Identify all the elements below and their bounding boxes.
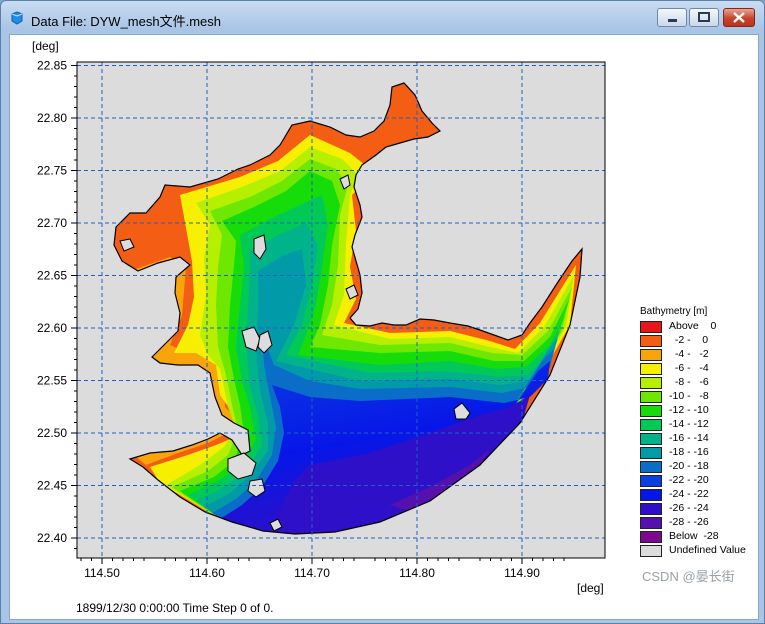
legend-swatch [640,461,662,473]
maximize-button[interactable] [689,8,719,27]
legend-swatch [640,531,662,543]
legend-label: Below -28 [669,530,719,542]
legend-label: -24 - -22 [669,488,709,500]
x-tick-label: 114.90 [504,566,540,580]
maximize-icon [698,12,710,22]
legend-label: -26 - -24 [669,502,709,514]
legend-label: Undefined Value [669,544,746,556]
legend-title: Bathymetry [m] [640,306,708,317]
legend-item: -20 - -18 [640,460,752,474]
legend-item: -24 - -22 [640,488,752,502]
x-axis: 114.50 114.60 114.70 114.80 114.90 [80,558,565,580]
legend-item: -14 - -12 [640,418,752,432]
status-text: 1899/12/30 0:00:00 Time Step 0 of 0. [76,601,274,615]
y-axis: 22.85 22.80 22.75 22.70 22.65 22.60 22.55 22.50… [37,59,77,549]
legend-swatch [640,335,662,347]
legend-label: -6 - -4 [669,362,709,374]
legend-swatch [640,405,662,417]
x-tick-label: 114.80 [399,566,435,580]
legend-label: Above 0 [669,320,717,332]
legend-label: -2 - 0 [669,334,709,346]
minimize-icon [668,19,677,22]
y-tick-label: 22.85 [37,59,67,73]
y-tick-label: 22.70 [37,216,67,230]
data-file-icon [11,11,23,25]
legend-item: -12 - -10 [640,404,752,418]
legend-label: -4 - -2 [669,348,709,360]
legend-swatch [640,391,662,403]
legend-item: Above 0 [640,320,752,334]
legend-swatch [640,363,662,375]
watermark: CSDN @晏长街 [642,569,735,584]
y-tick-label: 22.50 [37,426,67,440]
y-tick-label: 22.45 [37,479,67,493]
window-title: Data File: DYW_mesh文件.mesh [31,14,221,29]
legend-item: -22 - -20 [640,474,752,488]
legend-item: Undefined Value [640,544,752,558]
legend-label: -10 - -8 [669,390,709,402]
legend-item: -16 - -14 [640,432,752,446]
legend-swatch [640,503,662,515]
legend-item: -18 - -16 [640,446,752,460]
legend-item: -26 - -24 [640,502,752,516]
legend-swatch [640,517,662,529]
legend-item: -10 - -8 [640,390,752,404]
legend-label: -22 - -20 [669,474,709,486]
legend-swatch [640,447,662,459]
legend-item: -28 - -26 [640,516,752,530]
x-tick-label: 114.60 [189,566,225,580]
legend-label: -20 - -18 [669,460,709,472]
close-icon [733,12,745,23]
legend-label: -18 - -16 [669,446,709,458]
y-tick-label: 22.75 [37,164,67,178]
legend-swatch [640,545,662,557]
close-button[interactable] [723,8,755,27]
legend-swatch [640,489,662,501]
y-tick-label: 22.65 [37,269,67,283]
legend-item: -2 - 0 [640,334,752,348]
y-tick-label: 22.40 [37,531,67,545]
title-bar[interactable]: Data File: DYW_mesh文件.mesh [1,1,764,35]
x-tick-label: 114.70 [294,566,330,580]
legend-label: -14 - -12 [669,418,709,430]
legend-swatch [640,377,662,389]
legend-swatch [640,321,662,333]
y-tick-label: 22.55 [37,374,67,388]
legend-item: Below -28 [640,530,752,544]
plot-area: [deg] [deg] 22.85 22.80 22.75 22.70 22.6… [9,34,759,620]
y-tick-label: 22.60 [37,321,67,335]
legend-item: -6 - -4 [640,362,752,376]
legend-item: -4 - -2 [640,348,752,362]
legend-swatch [640,349,662,361]
legend-label: -28 - -26 [669,516,709,528]
legend-swatch [640,433,662,445]
x-tick-label: 114.50 [84,566,120,580]
minimize-button[interactable] [657,8,687,27]
legend-label: -12 - -10 [669,404,709,416]
legend-item: -8 - -6 [640,376,752,390]
app-window: Data File: DYW_mesh文件.mesh [deg] [deg] 2… [0,0,765,624]
legend-swatch [640,475,662,487]
y-tick-label: 22.80 [37,111,67,125]
legend-label: -8 - -6 [669,376,709,388]
legend-label: -16 - -14 [669,432,709,444]
legend-swatch [640,419,662,431]
